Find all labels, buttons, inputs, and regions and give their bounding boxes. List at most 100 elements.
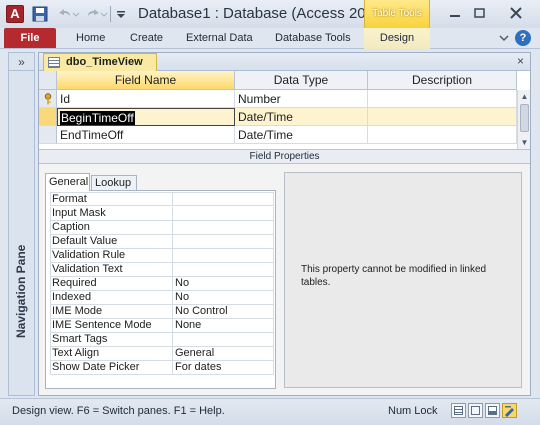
save-icon[interactable] <box>32 6 48 22</box>
description-cell[interactable] <box>368 90 517 108</box>
property-row[interactable]: Format <box>50 192 274 206</box>
table-icon <box>48 57 60 68</box>
property-help-text: This property cannot be modified in link… <box>301 264 487 288</box>
property-row[interactable]: Caption <box>50 221 274 235</box>
field-name-cell[interactable]: EndTimeOff <box>57 126 235 144</box>
navigation-pane-label: Navigation Pane <box>14 244 28 338</box>
design-view-icon[interactable] <box>502 403 517 418</box>
property-row[interactable]: Validation Text <box>50 263 274 277</box>
property-row[interactable]: Validation Rule <box>50 249 274 263</box>
minimize-icon[interactable] <box>444 4 466 22</box>
property-name: Validation Text <box>50 263 173 276</box>
property-name: Format <box>50 193 173 206</box>
tab-file[interactable]: File <box>4 28 56 48</box>
property-sheet: Format Input Mask Caption Default Value … <box>45 190 276 389</box>
property-value[interactable] <box>173 249 274 262</box>
property-row[interactable]: Indexed No <box>50 291 274 305</box>
tab-lookup[interactable]: Lookup <box>91 175 137 190</box>
status-text: Design view. F6 = Switch panes. F1 = Hel… <box>12 405 225 417</box>
tab-create[interactable]: Create <box>130 28 163 48</box>
scroll-up-icon[interactable]: ▲ <box>519 91 530 102</box>
column-header-field-name[interactable]: Field Name <box>57 71 235 90</box>
tab-external-data[interactable]: External Data <box>186 28 253 48</box>
ribbon-collapse-icon[interactable] <box>497 31 511 45</box>
close-document-icon[interactable]: × <box>517 54 524 68</box>
close-icon[interactable] <box>494 4 538 22</box>
property-name: Text Align <box>50 347 173 360</box>
property-value[interactable] <box>173 221 274 234</box>
table-row[interactable]: BeginTimeOff Date/Time <box>39 108 517 126</box>
num-lock-indicator: Num Lock <box>388 405 438 417</box>
property-value[interactable]: For dates <box>173 361 274 374</box>
pivottable-view-icon[interactable] <box>468 403 483 418</box>
scroll-down-icon[interactable]: ▼ <box>519 137 530 148</box>
table-row[interactable]: Id Number <box>39 90 517 108</box>
field-name-cell[interactable]: Id <box>57 90 235 108</box>
description-cell[interactable] <box>368 108 517 126</box>
property-row[interactable]: Smart Tags <box>50 333 274 347</box>
property-row[interactable]: IME Mode No Control <box>50 305 274 319</box>
column-header-data-type[interactable]: Data Type <box>235 71 368 90</box>
table-tools-group: Table Tools <box>364 0 430 28</box>
property-value[interactable]: None <box>173 319 274 332</box>
row-selector[interactable] <box>39 108 57 126</box>
scroll-thumb[interactable] <box>520 104 529 132</box>
property-value[interactable]: General <box>173 347 274 360</box>
field-grid: Field Name Data Type Description Id Numb… <box>39 71 530 149</box>
property-row[interactable]: IME Sentence Mode None <box>50 319 274 333</box>
maximize-icon[interactable] <box>468 4 490 22</box>
row-selector[interactable] <box>39 126 57 144</box>
help-icon[interactable]: ? <box>515 30 531 46</box>
property-value[interactable] <box>173 193 274 206</box>
property-name: Validation Rule <box>50 249 173 262</box>
pivotchart-view-icon[interactable] <box>485 403 500 418</box>
field-properties-header: Field Properties <box>39 149 530 164</box>
grid-header: Field Name Data Type Description <box>39 71 517 90</box>
property-value[interactable]: No <box>173 291 274 304</box>
status-bar: Design view. F6 = Switch panes. F1 = Hel… <box>0 398 540 425</box>
access-app-icon[interactable]: A <box>6 5 24 23</box>
undo-icon[interactable] <box>56 6 80 22</box>
property-row[interactable]: Text Align General <box>50 347 274 361</box>
property-help-panel: This property cannot be modified in link… <box>284 172 522 388</box>
column-header-description[interactable]: Description <box>368 71 517 90</box>
document-tab-bar: dbo_TimeView × <box>39 53 530 71</box>
property-value[interactable] <box>173 333 274 346</box>
data-type-cell[interactable]: Number <box>235 90 368 108</box>
property-name: Caption <box>50 221 173 234</box>
grid-scrollbar[interactable]: ▲ ▼ <box>517 90 530 149</box>
document-tab[interactable]: dbo_TimeView <box>43 53 157 71</box>
property-row[interactable]: Required No <box>50 277 274 291</box>
property-row[interactable]: Default Value <box>50 235 274 249</box>
property-value[interactable] <box>173 263 274 276</box>
data-type-cell[interactable]: Date/Time <box>235 126 368 144</box>
field-name-cell[interactable]: BeginTimeOff <box>57 108 235 126</box>
row-selector[interactable] <box>39 90 57 108</box>
redo-icon[interactable] <box>84 6 108 22</box>
document-tab-label: dbo_TimeView <box>66 56 143 68</box>
expand-nav-pane-icon[interactable]: » <box>9 53 34 71</box>
property-row[interactable]: Input Mask <box>50 207 274 221</box>
table-row[interactable]: EndTimeOff Date/Time <box>39 126 517 144</box>
field-properties-pane: General Lookup Format Input Mask Caption… <box>39 164 530 395</box>
property-value[interactable]: No <box>173 277 274 290</box>
datasheet-view-icon[interactable] <box>451 403 466 418</box>
property-name: IME Mode <box>50 305 173 318</box>
property-name: Required <box>50 277 173 290</box>
customize-qat-icon[interactable] <box>114 6 128 22</box>
description-cell[interactable] <box>368 126 517 144</box>
tab-database-tools[interactable]: Database Tools <box>275 28 351 48</box>
data-type-cell[interactable]: Date/Time <box>235 108 368 126</box>
property-value[interactable] <box>173 235 274 248</box>
ribbon-tab-bar: File Home Create External Data Database … <box>0 28 540 49</box>
navigation-pane[interactable]: » Navigation Pane <box>8 52 35 396</box>
select-all-corner[interactable] <box>39 71 57 90</box>
property-value[interactable]: No Control <box>173 305 274 318</box>
tab-design[interactable]: Design <box>364 28 430 49</box>
tab-home[interactable]: Home <box>76 28 105 48</box>
property-name: Smart Tags <box>50 333 173 346</box>
tab-general[interactable]: General <box>45 173 90 191</box>
property-value[interactable] <box>173 207 274 220</box>
window-title: Database1 : Database (Access 20... <box>138 5 379 22</box>
property-row[interactable]: Show Date Picker For dates <box>50 361 274 375</box>
